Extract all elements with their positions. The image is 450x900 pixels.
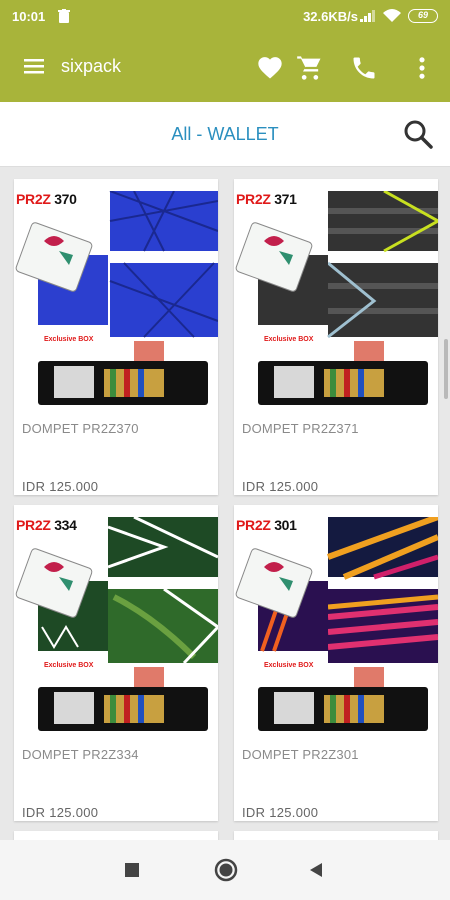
app-title: sixpack	[61, 56, 122, 76]
product-price: IDR 125.000	[242, 479, 319, 494]
category-filter-bar: All - WALLET	[0, 102, 450, 167]
product-card[interactable]: Exclusive BOX PR2Z 371 DOMPET PR2Z371 ID…	[234, 179, 438, 495]
recent-apps-icon[interactable]	[122, 860, 142, 880]
product-image: Exclusive BOX PR2Z 301	[234, 517, 438, 735]
trash-icon	[58, 9, 70, 23]
product-card[interactable]: Exclusive BOX PR2Z 301 DOMPET PR2Z301 ID…	[234, 505, 438, 821]
product-image: Exclusive BOX PR2Z 370	[14, 191, 218, 409]
status-time: 10:01	[12, 9, 46, 24]
wifi-icon	[383, 9, 401, 22]
favorite-icon[interactable]	[256, 54, 284, 82]
scrollbar-thumb[interactable]	[444, 339, 448, 399]
product-price: IDR 125.000	[22, 805, 99, 820]
product-image: Exclusive BOX PR2Z 371	[234, 191, 438, 409]
phone-icon[interactable]	[350, 54, 378, 82]
home-icon[interactable]	[214, 858, 238, 882]
svg-text:Exclusive BOX: Exclusive BOX	[264, 336, 314, 343]
product-code-label: PR2Z 370	[16, 191, 77, 207]
product-code-label: PR2Z 301	[236, 517, 297, 533]
product-price: IDR 125.000	[22, 479, 99, 494]
product-card[interactable]: Exclusive BOX PR2Z 370 DOMPET PR2Z370 ID…	[14, 179, 218, 495]
search-icon[interactable]	[402, 118, 434, 150]
cart-icon[interactable]	[296, 54, 324, 82]
product-card[interactable]	[234, 831, 438, 840]
product-name: DOMPET PR2Z371	[242, 421, 359, 436]
product-card[interactable]: Exclusive BOX PR2Z 334 DOMPET PR2Z334 ID…	[14, 505, 218, 821]
svg-text:Exclusive BOX: Exclusive BOX	[44, 336, 94, 343]
menu-icon[interactable]	[24, 58, 44, 74]
more-options-icon[interactable]	[408, 54, 436, 82]
svg-text:Exclusive BOX: Exclusive BOX	[44, 662, 94, 669]
battery-indicator: 69	[408, 9, 438, 23]
product-name: DOMPET PR2Z370	[22, 421, 139, 436]
product-name: DOMPET PR2Z301	[242, 747, 359, 762]
back-icon[interactable]	[306, 860, 326, 880]
svg-text:Exclusive BOX: Exclusive BOX	[264, 662, 314, 669]
product-card[interactable]	[14, 831, 218, 840]
network-speed: 32.6KB/s	[303, 9, 358, 24]
product-code-label: PR2Z 371	[236, 191, 297, 207]
product-name: DOMPET PR2Z334	[22, 747, 139, 762]
signal-icon	[360, 10, 375, 22]
app-bar: sixpack	[0, 34, 450, 102]
product-grid: Exclusive BOX PR2Z 370 DOMPET PR2Z370 ID…	[0, 167, 450, 840]
system-navigation-bar	[0, 840, 450, 900]
status-bar: 10:01 32.6KB/s 69	[0, 0, 450, 34]
product-code-label: PR2Z 334	[16, 517, 77, 533]
category-title[interactable]: All - WALLET	[0, 124, 450, 145]
product-image: Exclusive BOX PR2Z 334	[14, 517, 218, 735]
product-price: IDR 125.000	[242, 805, 319, 820]
